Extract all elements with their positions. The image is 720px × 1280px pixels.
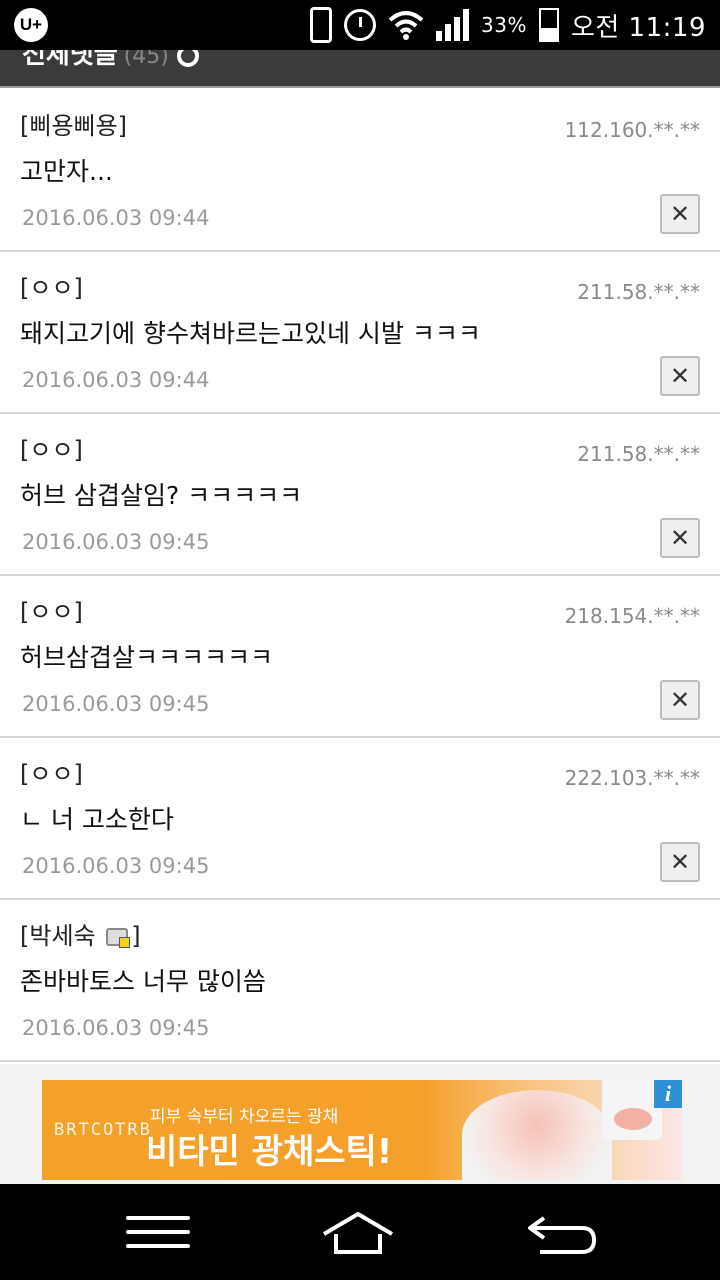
comment-date: 2016.06.03 09:44 (22, 206, 210, 230)
comment-ip: 211.58.**.** (577, 442, 700, 466)
battery-icon (538, 8, 559, 42)
home-icon[interactable] (320, 1210, 396, 1256)
ad-banner[interactable]: BRTCOTRB 피부 속부터 차오르는 광채 비타민 광채스틱! i (42, 1080, 682, 1180)
ad-info-icon[interactable]: i (654, 1080, 682, 1108)
comment-list: [삐용삐용] 112.160.**.** 고만자... 2016.06.03 0… (0, 90, 720, 1062)
comment-item: [ㅇㅇ] 211.58.**.** 허브 삼겹살임? ㅋㅋㅋㅋㅋ 2016.06… (0, 414, 720, 576)
delete-button[interactable]: ✕ (660, 356, 700, 396)
battery-percent: 33% (481, 13, 527, 37)
refresh-icon[interactable] (176, 50, 199, 67)
comment-text: 허브 삼겹살임? ㅋㅋㅋㅋㅋ (20, 481, 303, 510)
ad-product-image (462, 1090, 612, 1180)
divider (0, 86, 720, 88)
ad-headline: 비타민 광채스틱! (146, 1132, 393, 1172)
comment-item: [박세숙 ] 존바바토스 너무 많이씀 2016.06.03 09:45 (0, 900, 720, 1062)
comment-ip: 222.103.**.** (564, 766, 700, 790)
delete-button[interactable]: ✕ (660, 518, 700, 558)
delete-button[interactable]: ✕ (660, 680, 700, 720)
comment-author[interactable]: [ㅇㅇ] (20, 430, 83, 465)
comments-header: 전체댓글 (45) (0, 50, 720, 88)
alarm-icon (344, 9, 376, 41)
comment-text: 고만자... (20, 157, 113, 186)
carrier-logo-icon: U+ (14, 8, 48, 42)
ad-area: BRTCOTRB 피부 속부터 차오르는 광채 비타민 광채스틱! i (0, 1064, 720, 1184)
comment-date: 2016.06.03 09:44 (22, 368, 210, 392)
comment-author[interactable]: [ㅇㅇ] (20, 268, 83, 303)
comment-author-name: [박세숙 (20, 922, 96, 950)
comment-item: [ㅇㅇ] 222.103.**.** ㄴ 너 고소한다 2016.06.03 0… (0, 738, 720, 900)
comment-ip: 211.58.**.** (577, 280, 700, 304)
wifi-icon (388, 10, 424, 40)
comment-item: [ㅇㅇ] 218.154.**.** 허브삼겹살ㅋㅋㅋㅋㅋㅋ 2016.06.0… (0, 576, 720, 738)
comment-item: [ㅇㅇ] 211.58.**.** 돼지고기에 향수쳐바르는고있네 시발 ㅋㅋㅋ… (0, 252, 720, 414)
comment-author[interactable]: [박세숙 ] (20, 916, 141, 951)
comment-count: (45) (123, 50, 169, 69)
ad-brand: BRTCOTRB (54, 1120, 152, 1140)
comments-header-title: 전체댓글 (45) (22, 50, 199, 71)
comment-date: 2016.06.03 09:45 (22, 1016, 210, 1040)
status-icons: 33% 오전 11:19 (310, 0, 706, 50)
signal-icon (436, 9, 469, 41)
comment-date: 2016.06.03 09:45 (22, 530, 210, 554)
menu-icon[interactable] (126, 1216, 190, 1250)
back-icon[interactable] (524, 1212, 600, 1256)
comment-ip: 112.160.**.** (564, 118, 700, 142)
comment-ip: 218.154.**.** (564, 604, 700, 628)
comment-item: [삐용삐용] 112.160.**.** 고만자... 2016.06.03 0… (0, 90, 720, 252)
delete-button[interactable]: ✕ (660, 194, 700, 234)
comment-date: 2016.06.03 09:45 (22, 854, 210, 878)
status-bar: U+ 33% 오전 11:19 (0, 0, 720, 50)
comment-author[interactable]: [ㅇㅇ] (20, 754, 83, 789)
comment-text: 존바바토스 너무 많이씀 (20, 967, 266, 996)
header-title-text: 전체댓글 (22, 50, 118, 70)
clock: 오전 11:19 (570, 12, 706, 43)
comment-author-close: ] (131, 922, 141, 950)
navigation-bar (0, 1184, 720, 1280)
member-badge-icon (106, 928, 131, 948)
comment-author[interactable]: [ㅇㅇ] (20, 592, 83, 627)
ad-product-stick-image (602, 1080, 662, 1140)
comment-text: ㄴ 너 고소한다 (20, 805, 174, 834)
vibrate-icon (310, 7, 332, 43)
comment-author[interactable]: [삐용삐용] (20, 106, 127, 141)
comment-text: 돼지고기에 향수쳐바르는고있네 시발 ㅋㅋㅋ (20, 319, 481, 348)
comment-text: 허브삼겹살ㅋㅋㅋㅋㅋㅋ (20, 643, 274, 672)
comment-date: 2016.06.03 09:45 (22, 692, 210, 716)
delete-button[interactable]: ✕ (660, 842, 700, 882)
